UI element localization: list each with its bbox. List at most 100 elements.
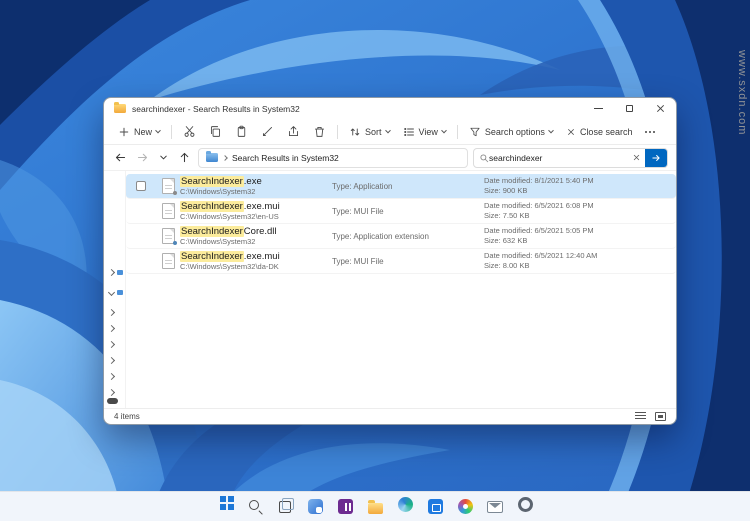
window-folder-icon (114, 102, 126, 113)
plus-icon (119, 127, 129, 136)
close-search-button[interactable]: Close search (560, 124, 639, 140)
search-go-button[interactable] (645, 148, 667, 167)
taskbar-icon-start[interactable] (214, 495, 237, 518)
breadcrumb-text: Search Results in System32 (232, 152, 339, 163)
tree-expander-icon[interactable] (107, 340, 116, 349)
titlebar[interactable]: searchindexer - Search Results in System… (104, 98, 676, 119)
file-row[interactable]: SearchIndexer.exe.mui C:\Windows\System3… (126, 249, 676, 274)
navigation-pane (104, 171, 126, 408)
minimize-button[interactable] (583, 98, 614, 119)
window-title: searchindexer - Search Results in System… (132, 103, 300, 114)
chevron-down-icon (548, 127, 554, 133)
file-path: C:\Windows\System32\en-US (180, 212, 279, 221)
new-button[interactable]: New (112, 123, 166, 141)
share-button[interactable] (281, 122, 306, 141)
search-input[interactable] (489, 152, 628, 163)
scrollbar-thumb[interactable] (107, 398, 118, 404)
search-box (473, 147, 668, 168)
file-name-highlight: SearchIndexer (180, 176, 244, 187)
tree-expander-icon[interactable] (107, 356, 116, 365)
new-label: New (134, 126, 153, 137)
search-options-button[interactable]: Search options (463, 123, 559, 141)
taskbar-icon-store[interactable] (424, 495, 447, 518)
forward-button[interactable] (134, 149, 151, 166)
checkbox[interactable] (136, 181, 146, 191)
file-path: C:\Windows\System32\da-DK (180, 262, 279, 271)
toolbar-separator (171, 124, 173, 139)
taskbar-icon-widgets[interactable] (304, 495, 327, 518)
recent-locations-button[interactable] (156, 150, 171, 165)
delete-button[interactable] (307, 122, 332, 141)
search-results-folder-icon (206, 151, 218, 162)
close-button[interactable] (645, 98, 676, 119)
tree-expander-icon[interactable] (107, 268, 116, 277)
tree-item-icon (117, 290, 123, 295)
file-icon (161, 228, 177, 245)
toolbar-separator (337, 124, 339, 139)
explorer-window: searchindexer - Search Results in System… (103, 97, 677, 425)
file-row[interactable]: SearchIndexerCore.dll C:\Windows\System3… (126, 224, 676, 249)
cut-icon (184, 126, 195, 137)
view-icon (403, 127, 414, 136)
details-view-icon[interactable] (635, 412, 646, 421)
view-button[interactable]: View (397, 123, 452, 141)
tree-item-icon (117, 270, 123, 275)
file-path: C:\Windows\System32 (180, 187, 256, 196)
tree-expander-icon[interactable] (107, 388, 116, 397)
file-row[interactable]: SearchIndexer.exe C:\Windows\System32 Ty… (126, 174, 676, 199)
taskbar-icon-task-view[interactable] (274, 495, 297, 518)
rename-icon (263, 126, 273, 137)
taskbar-icon-file-explorer[interactable] (364, 495, 387, 518)
breadcrumb[interactable]: Search Results in System32 (198, 147, 468, 168)
file-icon (161, 203, 175, 219)
file-date-modified: Date modified: 6/5/2021 5:05 PM (484, 226, 594, 235)
chevron-down-icon (384, 127, 391, 133)
gear-icon (172, 191, 177, 195)
file-type: Type: Application extension (332, 231, 429, 241)
tree-expander-icon[interactable] (107, 308, 116, 317)
file-name-rest: .exe (243, 176, 262, 187)
desktop: www.sxdn.com searchindexer - Search Resu… (0, 0, 750, 521)
file-type: Type: Application (332, 181, 393, 191)
file-row[interactable]: SearchIndexer.exe.mui C:\Windows\System3… (126, 199, 676, 224)
taskbar-icon-mail[interactable] (484, 495, 507, 518)
file-name-highlight: SearchIndexer (180, 201, 244, 212)
taskbar-icon-photos[interactable] (454, 495, 477, 518)
sort-label: Sort (365, 126, 382, 137)
tree-expander-icon[interactable] (107, 372, 116, 381)
search-options-label: Search options (484, 126, 545, 137)
taskbar-icons (214, 495, 537, 518)
file-path: C:\Windows\System32 (180, 237, 256, 246)
tree-expander-icon[interactable] (107, 288, 116, 297)
file-type: Type: MUI File (332, 256, 384, 266)
file-name-rest: .exe.mui (243, 251, 280, 262)
clear-search-button[interactable] (628, 151, 645, 164)
up-button[interactable] (176, 149, 193, 166)
taskbar-icon-search[interactable] (244, 495, 267, 518)
taskbar-icon-onenote[interactable] (334, 495, 357, 518)
file-list: SearchIndexer.exe C:\Windows\System32 Ty… (126, 171, 676, 408)
rename-button[interactable] (255, 122, 280, 141)
close-search-label: Close search (579, 126, 633, 137)
paste-button[interactable] (229, 122, 254, 141)
file-date-modified: Date modified: 6/5/2021 6:08 PM (484, 201, 594, 210)
ellipsis-icon (645, 130, 656, 133)
clear-icon (633, 154, 640, 161)
search-icon (480, 153, 489, 162)
file-name-highlight: SearchIndexer (180, 226, 244, 237)
minimize-icon (594, 108, 603, 109)
sort-button[interactable]: Sort (343, 123, 396, 141)
close-icon (656, 104, 665, 113)
up-icon (180, 152, 189, 163)
back-button[interactable] (112, 149, 129, 166)
file-size: Size: 7.50 KB (484, 211, 530, 220)
maximize-button[interactable] (614, 98, 645, 119)
taskbar-icon-edge[interactable] (394, 495, 417, 518)
more-options-button[interactable] (639, 128, 661, 136)
taskbar-icon-settings[interactable] (514, 495, 537, 518)
copy-button[interactable] (203, 122, 228, 141)
cut-button[interactable] (177, 122, 202, 141)
file-type: Type: MUI File (332, 206, 384, 216)
tree-expander-icon[interactable] (107, 324, 116, 333)
large-icons-view-icon[interactable] (655, 412, 666, 421)
